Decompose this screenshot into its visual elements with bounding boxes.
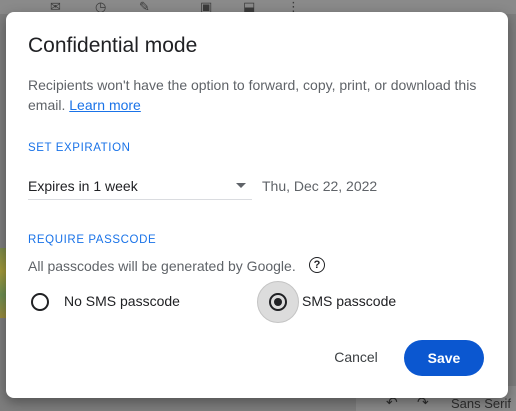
radio-no-sms-passcode[interactable]: [20, 282, 60, 322]
dropdown-arrow-icon: [236, 183, 246, 188]
radio-sms-passcode[interactable]: [257, 281, 299, 323]
cancel-button[interactable]: Cancel: [319, 343, 393, 371]
radio-checked-icon: [269, 293, 287, 311]
expiration-select-value: Expires in 1 week: [28, 178, 138, 194]
font-family-label: Sans Serif: [451, 396, 511, 411]
passcode-note: All passcodes will be generated by Googl…: [28, 258, 296, 274]
require-passcode-heading: REQUIRE PASSCODE: [28, 234, 157, 246]
dialog-description: Recipients won't have the option to forw…: [28, 75, 488, 115]
radio-unchecked-icon: [31, 293, 49, 311]
set-expiration-heading: SET EXPIRATION: [28, 142, 131, 154]
no-sms-passcode-label: No SMS passcode: [64, 293, 180, 309]
sms-passcode-label: SMS passcode: [302, 293, 397, 309]
expiration-date: Thu, Dec 22, 2022: [262, 178, 378, 194]
dialog-title: Confidential mode: [28, 34, 198, 57]
learn-more-link[interactable]: Learn more: [69, 97, 141, 113]
help-icon[interactable]: ?: [309, 257, 325, 273]
save-button[interactable]: Save: [404, 340, 484, 376]
expiration-select[interactable]: Expires in 1 week: [28, 176, 252, 200]
confidential-mode-dialog: Confidential mode Recipients won't have …: [6, 12, 508, 398]
